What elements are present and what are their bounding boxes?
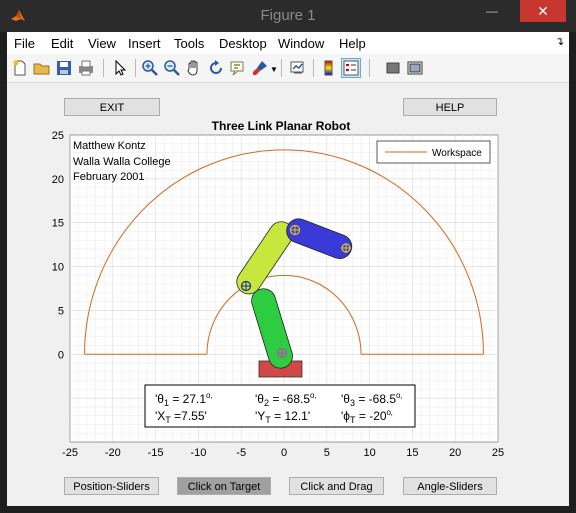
x-tick-label: 10 [363, 447, 375, 459]
menu-help[interactable]: Help [339, 36, 366, 51]
author-name: Matthew Kontz [73, 140, 146, 152]
data-cursor-icon[interactable] [229, 59, 247, 77]
menu-tools[interactable]: Tools [174, 36, 204, 51]
x-axis-ticks: -25 -20 -15 -10 -5 0 5 10 15 20 25 [62, 447, 504, 459]
x-tick-label: -5 [236, 447, 246, 459]
joint-2-marker[interactable] [240, 280, 252, 292]
pointer-icon[interactable] [111, 59, 129, 77]
y-tick-label: 25 [52, 130, 64, 142]
y-tick-label: 20 [52, 174, 64, 186]
readout-yt: 'YT = 12.1' [255, 409, 310, 425]
brush-icon[interactable] [251, 59, 269, 77]
robot-plot[interactable]: Three Link Planar Robot Matthew Kontz Wa… [7, 83, 569, 506]
menu-file[interactable]: File [14, 36, 35, 51]
brush-dropdown-icon[interactable]: ▼ [270, 65, 278, 74]
toolbar-separator [135, 59, 136, 77]
toolbar-separator [103, 59, 104, 77]
minimize-button[interactable]: — [477, 0, 507, 22]
author-college: Walla Walla College [73, 156, 171, 168]
angle-readout-box: 'θ1 = 27.1o' 'θ2 = -68.5o' 'θ3 = -68.5o'… [144, 384, 416, 428]
open-file-icon[interactable] [33, 59, 51, 77]
figure-canvas: EXIT HELP Three Link Planar Robot Matthe… [7, 83, 569, 506]
click-on-target-button[interactable]: Click on Target [177, 477, 271, 495]
plot-title: Three Link Planar Robot [212, 119, 351, 133]
toolbar-separator [369, 59, 370, 77]
legend-icon[interactable] [341, 58, 361, 78]
hide-plot-tools-icon[interactable] [384, 59, 402, 77]
show-plot-tools-icon[interactable] [406, 59, 424, 77]
x-tick-label: 5 [324, 447, 330, 459]
dock-arrow-icon[interactable]: ↴ [555, 35, 564, 48]
link-plot-icon[interactable] [289, 59, 307, 77]
x-tick-label: -15 [148, 447, 164, 459]
zoom-out-icon[interactable] [163, 59, 181, 77]
y-axis-ticks: 25 20 15 10 5 0 [52, 130, 64, 361]
pan-icon[interactable] [185, 59, 203, 77]
x-tick-label: 0 [281, 447, 287, 459]
menu-edit[interactable]: Edit [51, 36, 73, 51]
menu-view[interactable]: View [88, 36, 116, 51]
toolbar-separator [313, 59, 314, 77]
author-date: February 2001 [73, 171, 145, 183]
menu-insert[interactable]: Insert [128, 36, 161, 51]
y-tick-label: 15 [52, 218, 64, 230]
angle-sliders-button[interactable]: Angle-Sliders [403, 477, 497, 495]
joint-3-marker[interactable] [289, 224, 301, 236]
legend-workspace-label: Workspace [432, 148, 482, 159]
colorbar-icon[interactable] [320, 59, 338, 77]
toolbar-separator [281, 59, 282, 77]
close-button[interactable]: ✕ [520, 0, 566, 22]
readout-theta1: 'θ1 = 27.1o' [155, 391, 212, 408]
print-icon[interactable] [77, 59, 95, 77]
menu-bar: File Edit View Insert Tools Desktop Wind… [7, 32, 569, 54]
menu-window[interactable]: Window [278, 36, 324, 51]
x-tick-label: 20 [449, 447, 461, 459]
zoom-in-icon[interactable] [141, 59, 159, 77]
readout-phit: 'ϕT = -20o' [341, 408, 393, 425]
window-titlebar: Figure 1 — ✕ [0, 0, 576, 32]
x-tick-label: 15 [406, 447, 418, 459]
joint-1-marker[interactable] [277, 348, 287, 358]
rotate-icon[interactable] [207, 59, 225, 77]
x-tick-label: 25 [492, 447, 504, 459]
y-tick-label: 5 [58, 305, 64, 317]
click-and-drag-button[interactable]: Click and Drag [289, 477, 384, 495]
x-tick-label: -25 [62, 447, 78, 459]
new-figure-icon[interactable] [11, 59, 29, 77]
x-tick-label: -20 [105, 447, 121, 459]
readout-xt: 'XT =7.55' [155, 409, 207, 425]
legend-box[interactable]: Workspace [376, 140, 491, 164]
menu-desktop[interactable]: Desktop [219, 36, 267, 51]
position-sliders-button[interactable]: Position-Sliders [64, 477, 159, 495]
toolbar: ▼ [7, 54, 569, 83]
x-tick-label: -10 [190, 447, 206, 459]
y-tick-label: 10 [52, 262, 64, 274]
figure-window: File Edit View Insert Tools Desktop Wind… [7, 32, 569, 506]
save-icon[interactable] [55, 59, 73, 77]
y-tick-label: 0 [58, 349, 64, 361]
